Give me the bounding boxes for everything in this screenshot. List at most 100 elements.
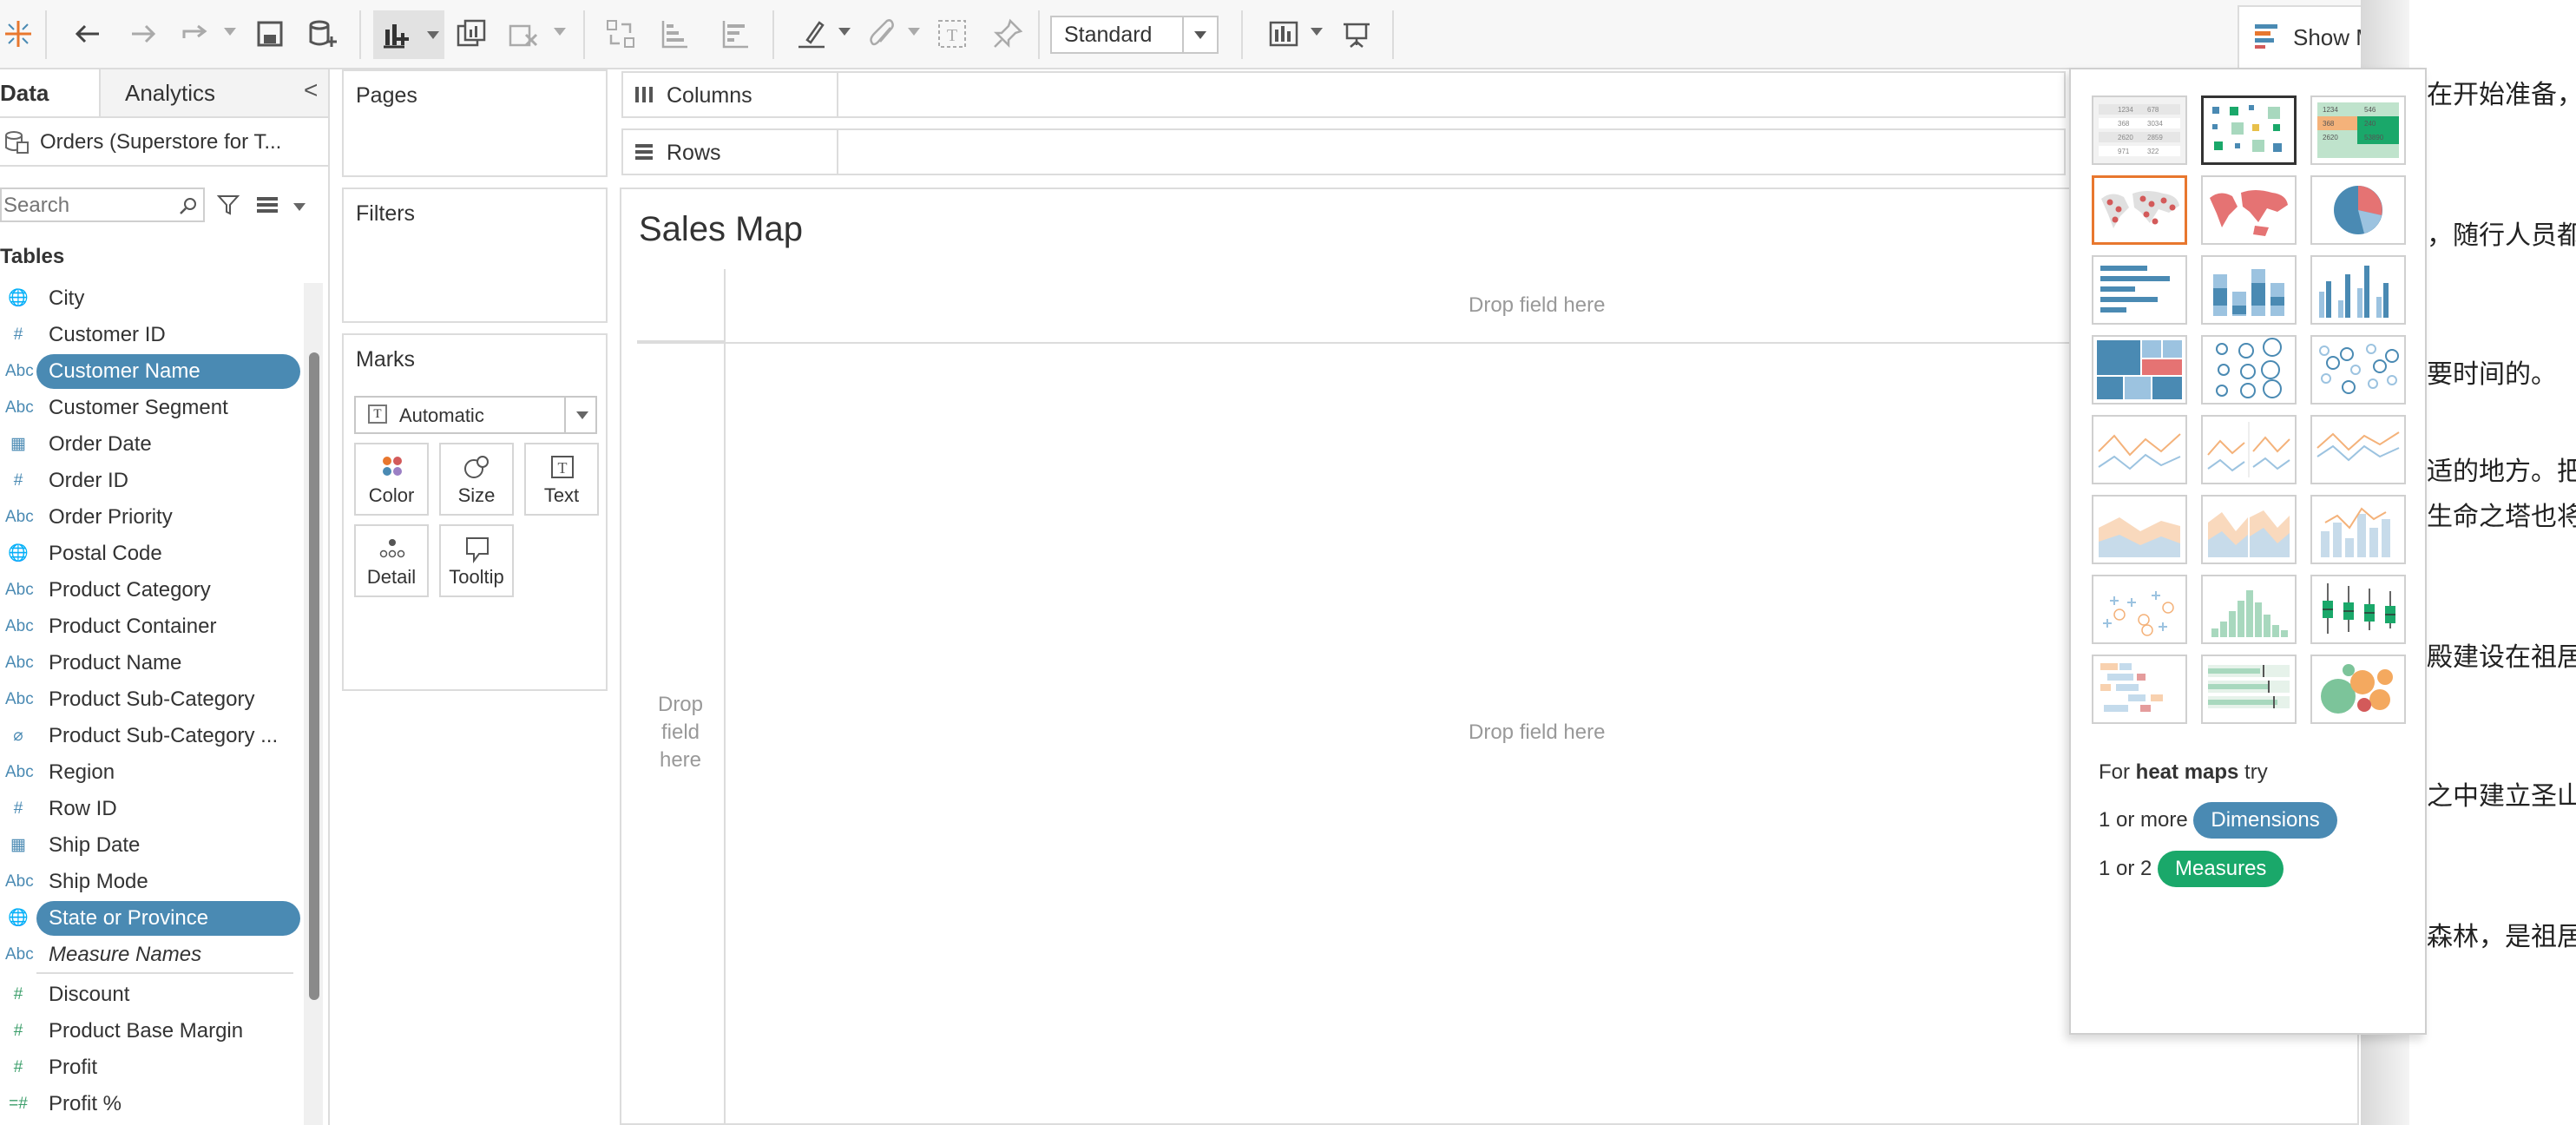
filled-map-thumb[interactable] xyxy=(2201,175,2297,245)
field-label: Ship Date xyxy=(49,833,141,857)
field-city[interactable]: 🌐 City xyxy=(0,281,300,316)
highlight-dropdown-icon[interactable] xyxy=(838,28,851,36)
search-input[interactable] xyxy=(2,191,175,220)
field-order-priority[interactable]: Abc Order Priority xyxy=(0,500,300,535)
gantt-chart-thumb[interactable] xyxy=(2092,655,2187,724)
fix-axes-icon[interactable] xyxy=(989,16,1026,52)
text-table-thumb[interactable]: 1234 678 368 3034 2620 2859 971 322 xyxy=(2092,95,2187,165)
chevron-down-icon[interactable] xyxy=(576,411,588,419)
field-ship-mode[interactable]: Abc Ship Mode xyxy=(0,865,300,899)
rows-shelf[interactable]: Rows xyxy=(621,128,2066,175)
circle-views-thumb[interactable] xyxy=(2201,335,2297,405)
show-cards-dropdown-icon[interactable] xyxy=(1311,28,1323,36)
presentation-mode-icon[interactable] xyxy=(1338,16,1375,52)
scatter-plot-thumb[interactable] xyxy=(2092,575,2187,644)
side-by-side-bars-thumb[interactable] xyxy=(2310,255,2406,325)
worksheet-title[interactable]: Sales Map xyxy=(639,210,803,249)
field-profit[interactable]: =# Profit % xyxy=(0,1087,300,1122)
drop-zone-rows[interactable]: Drop field here xyxy=(639,691,722,774)
tooltip-button[interactable]: Tooltip xyxy=(439,524,514,597)
field-product-name[interactable]: Abc Product Name xyxy=(0,646,300,681)
field-product-sub-category[interactable]: ⌀ Product Sub-Category ... xyxy=(0,719,300,753)
lines-continuous-thumb[interactable] xyxy=(2092,415,2187,484)
histogram-thumb[interactable] xyxy=(2201,575,2297,644)
field-order-id[interactable]: # Order ID xyxy=(0,464,300,498)
lines-discrete-thumb[interactable] xyxy=(2201,415,2297,484)
search-field[interactable] xyxy=(0,188,205,222)
columns-shelf[interactable]: Columns xyxy=(621,71,2066,118)
sort-ascending-icon[interactable] xyxy=(656,16,693,52)
scrollbar-track[interactable] xyxy=(304,283,323,1125)
field-product-container[interactable]: Abc Product Container xyxy=(0,609,300,644)
horizontal-bars-thumb[interactable] xyxy=(2092,255,2187,325)
bullet-graph-thumb[interactable] xyxy=(2201,655,2297,724)
show-labels-icon[interactable]: T xyxy=(934,16,970,52)
undo-icon[interactable] xyxy=(69,16,106,52)
sort-descending-icon[interactable] xyxy=(717,16,753,52)
highlight-table-thumb[interactable]: 1234 546 368 240 2620 53890 xyxy=(2310,95,2406,165)
replay-icon[interactable] xyxy=(177,16,214,52)
redo-icon[interactable] xyxy=(125,16,161,52)
clear-dropdown-icon[interactable] xyxy=(554,28,566,36)
size-button[interactable]: Size xyxy=(439,443,514,516)
highlight-icon[interactable] xyxy=(793,16,830,52)
filters-card[interactable]: Filters xyxy=(342,188,608,323)
filter-icon[interactable] xyxy=(217,193,240,217)
field-product-base-margin[interactable]: # Product Base Margin xyxy=(0,1014,300,1049)
side-by-side-circles-thumb[interactable] xyxy=(2310,335,2406,405)
drop-zone-columns[interactable]: Drop field here xyxy=(1469,293,1605,318)
treemap-thumb[interactable] xyxy=(2092,335,2187,405)
area-discrete-thumb[interactable] xyxy=(2201,495,2297,564)
clear-sheet-icon[interactable] xyxy=(505,16,542,52)
dual-combination-thumb[interactable] xyxy=(2310,495,2406,564)
field-customer-id[interactable]: # Customer ID xyxy=(0,318,300,352)
show-cards-icon[interactable] xyxy=(1265,16,1302,52)
view-options-dropdown-icon[interactable] xyxy=(293,203,306,211)
pie-chart-thumb[interactable] xyxy=(2310,175,2406,245)
duplicate-sheet-icon[interactable] xyxy=(453,16,490,52)
text-button[interactable]: T Text xyxy=(524,443,599,516)
pages-card[interactable]: Pages xyxy=(342,69,608,177)
packed-bubbles-thumb[interactable] xyxy=(2310,655,2406,724)
field-customer-segment[interactable]: Abc Customer Segment xyxy=(0,391,300,425)
new-datasource-icon[interactable] xyxy=(304,16,340,52)
field-profit[interactable]: # Profit xyxy=(0,1050,300,1085)
heat-map-thumb[interactable] xyxy=(2201,95,2297,165)
field-region[interactable]: Abc Region xyxy=(0,755,300,790)
swap-rows-columns-icon[interactable] xyxy=(602,16,639,52)
new-worksheet-button[interactable] xyxy=(373,10,444,59)
mark-type-select[interactable]: T Automatic xyxy=(354,396,597,434)
field-postal-code[interactable]: 🌐 Postal Code xyxy=(0,536,300,571)
fit-select[interactable]: Standard xyxy=(1050,16,1219,54)
symbol-map-thumb[interactable] xyxy=(2092,175,2187,245)
detail-button[interactable]: Detail xyxy=(354,524,429,597)
field-state-or-province[interactable]: 🌐 State or Province xyxy=(8,901,300,936)
field-discount[interactable]: # Discount xyxy=(0,977,300,1012)
stacked-bars-thumb[interactable] xyxy=(2201,255,2297,325)
color-button[interactable]: Color xyxy=(354,443,429,516)
datasource-row[interactable]: Orders (Superstore for T... xyxy=(0,118,328,167)
view-options-icon[interactable] xyxy=(255,194,279,215)
tableau-logo-icon[interactable] xyxy=(0,16,36,52)
field-order-date[interactable]: ▦ Order Date xyxy=(0,427,300,462)
chevron-down-icon[interactable] xyxy=(1182,17,1217,52)
field-customer-name[interactable]: Abc Customer Name xyxy=(5,354,300,389)
tab-data[interactable]: Data xyxy=(0,69,101,116)
field-product-category[interactable]: Abc Product Category xyxy=(0,573,300,608)
scrollbar-thumb[interactable] xyxy=(309,352,319,1000)
field-row-id[interactable]: # Row ID xyxy=(0,792,300,826)
group-members-icon[interactable] xyxy=(864,16,901,52)
tab-analytics[interactable]: Analytics < xyxy=(101,69,328,116)
group-dropdown-icon[interactable] xyxy=(908,28,920,36)
field-measure-names[interactable]: Abc Measure Names xyxy=(0,938,300,972)
box-whisker-thumb[interactable] xyxy=(2310,575,2406,644)
dual-lines-thumb[interactable] xyxy=(2310,415,2406,484)
drop-zone-center[interactable]: Drop field here xyxy=(1469,720,1605,745)
field-product-sub-category[interactable]: Abc Product Sub-Category xyxy=(0,682,300,717)
field-ship-date[interactable]: ▦ Ship Date xyxy=(0,828,300,863)
save-icon[interactable] xyxy=(252,16,288,52)
collapse-pane-icon[interactable]: < xyxy=(304,76,318,104)
replay-dropdown-icon[interactable] xyxy=(224,28,236,36)
new-worksheet-dropdown-icon[interactable] xyxy=(427,31,439,39)
area-continuous-thumb[interactable] xyxy=(2092,495,2187,564)
